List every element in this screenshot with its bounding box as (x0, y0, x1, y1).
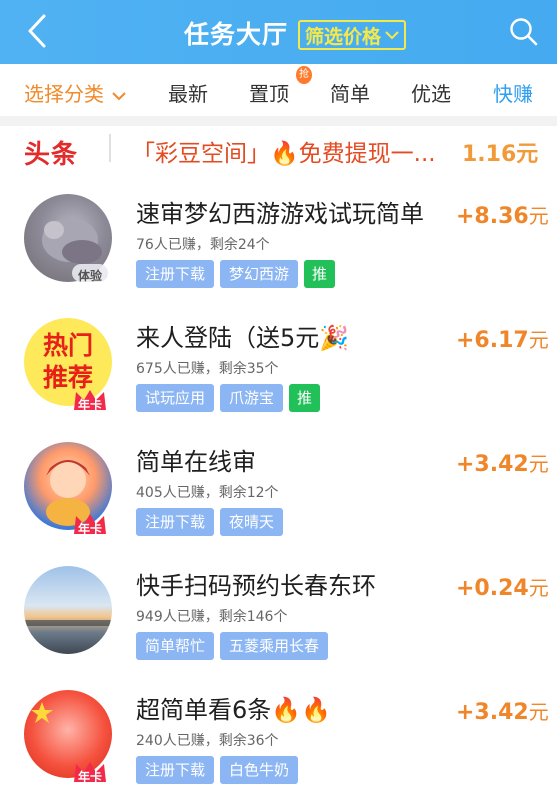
task-tag: 爪游宝 (220, 384, 284, 412)
task-reward: +6.17元 (456, 328, 549, 353)
task-tags: 注册下载 夜晴天 (136, 508, 284, 536)
task-meta: 76人已赚，剩余24个 (136, 237, 270, 253)
task-tag: 简单帮忙 (136, 632, 215, 660)
task-list-item[interactable]: 热门推荐 年卡 来人登陆（送5元🎉 675人已赚，剩余35个 试玩应用 爪游宝 … (0, 308, 557, 432)
headline-ticker[interactable]: 头条 「彩豆空间」🔥免费提现一... 1.16元 (0, 126, 557, 172)
chevron-left-icon (28, 14, 46, 48)
task-tag: 注册下载 (136, 260, 215, 288)
task-title: 速审梦幻西游游戏试玩简单 (136, 200, 424, 228)
search-button[interactable] (508, 16, 540, 48)
tab-pinned[interactable]: 置顶 (249, 78, 289, 107)
task-list-item[interactable]: 年卡 简单在线审 405人已赚，剩余12个 注册下载 夜晴天 +3.42元 (0, 432, 557, 556)
chevron-down-icon (385, 31, 399, 40)
task-tags: 试玩应用 爪游宝 推 (136, 384, 321, 412)
headline-amount: 1.16元 (462, 142, 539, 167)
top-bar: 任务大厅 筛选价格 (0, 0, 557, 64)
task-meta: 675人已赚，剩余35个 (136, 361, 279, 377)
task-tag: 白色牛奶 (220, 756, 299, 784)
task-tags: 注册下载 梦幻西游 推 (136, 260, 336, 288)
task-meta: 405人已赚，剩余12个 (136, 485, 279, 501)
hot-badge: 抢 (296, 66, 312, 84)
task-list-item[interactable]: 体验 速审梦幻西游游戏试玩简单 76人已赚，剩余24个 注册下载 梦幻西游 推 … (0, 184, 557, 308)
task-reward: +8.36元 (456, 204, 549, 229)
tab-latest[interactable]: 最新 (168, 78, 208, 107)
task-tag: 夜晴天 (220, 508, 284, 536)
task-meta: 949人已赚，剩余146个 (136, 609, 288, 625)
annual-card-badge: 年卡 (70, 510, 110, 538)
task-tag: 五菱乘用长春 (220, 632, 329, 660)
lake-image-icon (24, 620, 112, 626)
task-tag: 梦幻西游 (220, 260, 299, 288)
headline-text: 「彩豆空间」🔥免费提现一... (132, 141, 436, 167)
task-title: 快手扫码预约长春东环 (136, 572, 376, 600)
tab-label: 选择分类 (24, 82, 104, 106)
task-tag: 注册下载 (136, 508, 215, 536)
search-icon (510, 18, 538, 46)
task-title: 来人登陆（送5元🎉 (136, 324, 350, 352)
recommend-tag: 推 (304, 260, 336, 288)
chevron-down-icon (112, 92, 127, 101)
task-meta: 240人已赚，剩余36个 (136, 733, 279, 749)
back-button[interactable] (20, 14, 54, 48)
recommend-tag: 推 (289, 384, 321, 412)
category-tabs: 选择分类 最新 置顶 简单 优选 快赚 (0, 64, 557, 116)
task-title: 简单在线审 (136, 448, 256, 476)
tab-featured[interactable]: 优选 (411, 78, 451, 107)
price-filter-button[interactable]: 筛选价格 (298, 20, 406, 50)
tab-quick-earn[interactable]: 快赚 (493, 78, 533, 107)
divider (0, 116, 557, 126)
annual-card-badge: 年卡 (70, 386, 110, 414)
task-reward: +0.24元 (456, 576, 549, 601)
tab-select-category[interactable]: 选择分类 (24, 78, 127, 107)
task-title: 超简单看6条🔥🔥 (136, 696, 332, 724)
tab-simple[interactable]: 简单 (330, 78, 370, 107)
task-list-item[interactable]: 年卡 超简单看6条🔥🔥 240人已赚，剩余36个 注册下载 白色牛奶 +3.42… (0, 680, 557, 800)
task-tags: 简单帮忙 五菱乘用长春 (136, 632, 329, 660)
price-filter-label: 筛选价格 (304, 25, 381, 48)
task-reward: +3.42元 (456, 700, 549, 725)
task-tags: 注册下载 白色牛奶 (136, 756, 299, 784)
task-reward: +3.42元 (456, 452, 549, 477)
divider (109, 134, 111, 162)
task-avatar (24, 566, 112, 654)
annual-card-badge: 年卡 (70, 758, 110, 786)
task-tag: 试玩应用 (136, 384, 215, 412)
trial-badge: 体验 (70, 258, 110, 286)
page-title: 任务大厅 (184, 20, 289, 49)
task-tag: 注册下载 (136, 756, 215, 784)
task-list-item[interactable]: 快手扫码预约长春东环 949人已赚，剩余146个 简单帮忙 五菱乘用长春 +0.… (0, 556, 557, 680)
avatar-label: 热门推荐 (42, 331, 93, 392)
headline-logo: 头条 (24, 140, 79, 170)
